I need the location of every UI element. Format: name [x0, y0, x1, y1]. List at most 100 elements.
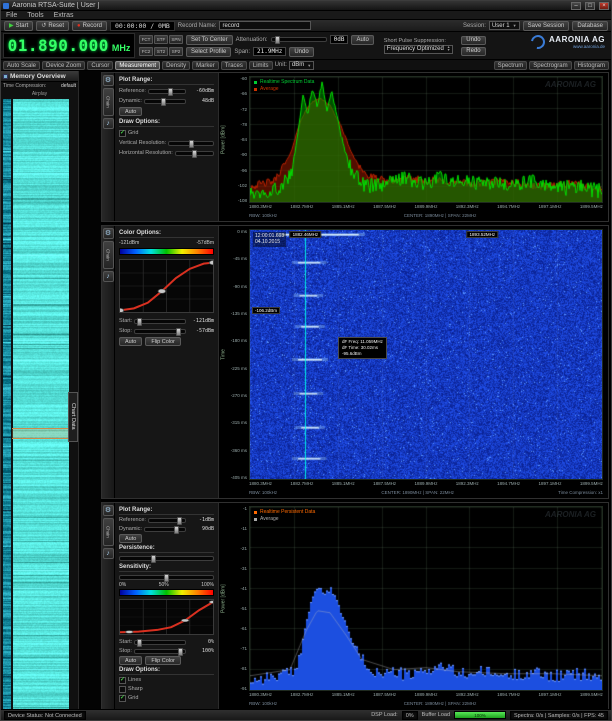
quick-button-sp2[interactable]: SP2 [169, 47, 183, 56]
color-curve-editor[interactable] [119, 599, 214, 635]
slider-thumb[interactable] [137, 639, 142, 647]
tab-cursor[interactable]: Cursor [87, 61, 113, 70]
chain-button[interactable]: Chain [103, 88, 114, 116]
flip-color-button[interactable]: Flip Color [145, 337, 181, 346]
unit-select[interactable]: dBm▼ [289, 61, 314, 70]
record-button[interactable]: ●Record [72, 21, 107, 31]
maximize-button[interactable]: □ [585, 2, 595, 10]
start-slider[interactable] [134, 319, 186, 324]
histogram-canvas[interactable] [250, 507, 602, 690]
reset-button[interactable]: ↺Reset [36, 21, 69, 31]
minimize-button[interactable]: – [571, 2, 581, 10]
tab-auto-scale[interactable]: Auto Scale [3, 61, 40, 70]
menu-extras[interactable]: Extras [54, 12, 74, 19]
slider-thumb[interactable] [177, 517, 182, 525]
note-icon[interactable]: ♪ [103, 271, 114, 282]
close-button[interactable]: × [599, 2, 609, 10]
spin-down-icon[interactable]: ▼ [447, 49, 450, 52]
lines-checkbox[interactable]: ✓ [119, 677, 126, 684]
start-slider[interactable] [134, 640, 186, 645]
slider-thumb[interactable] [161, 98, 166, 106]
quick-button-spn[interactable]: SPN [169, 35, 183, 44]
slider-thumb[interactable] [178, 648, 183, 656]
menu-tools[interactable]: Tools [27, 12, 43, 19]
quick-button-st2[interactable]: ST2 [154, 47, 168, 56]
view-tab-spectrogram[interactable]: Spectrogram [529, 61, 571, 70]
save-session-button[interactable]: Save Session [523, 21, 570, 31]
redo-button[interactable]: Redo [461, 47, 485, 56]
marker1-label[interactable]: 1882.46MHz [290, 231, 322, 238]
dynamic-slider[interactable] [144, 527, 186, 532]
sharp-checkbox[interactable] [119, 686, 126, 693]
slider-thumb[interactable] [176, 328, 181, 336]
slider-thumb[interactable] [168, 88, 173, 96]
chain-button[interactable]: Chain [103, 518, 114, 546]
dynamic-slider[interactable] [144, 99, 186, 104]
undo-button-2[interactable]: Undo [461, 36, 485, 45]
slider-thumb[interactable] [164, 574, 169, 582]
color-gradient-bar[interactable] [119, 248, 214, 255]
persistence-slider[interactable] [119, 556, 214, 561]
horizontal-resolution-slider[interactable] [175, 151, 214, 156]
tab-limits[interactable]: Limits [249, 61, 273, 70]
view-tab-histogram[interactable]: Histogram [574, 61, 609, 70]
vertical-resolution-slider[interactable] [168, 141, 214, 146]
memory-waterfall-strip[interactable] [13, 99, 69, 709]
airplay-label[interactable]: Airplay [32, 91, 47, 97]
quick-button-fct[interactable]: FCT [139, 35, 153, 44]
auto-button[interactable]: Auto [119, 337, 142, 346]
select-profile-button[interactable]: Select Profile [186, 47, 231, 57]
grid-checkbox[interactable]: ✓ [119, 130, 126, 137]
quick-button-stf[interactable]: STF [154, 35, 168, 44]
reference-slider[interactable] [148, 89, 186, 94]
auto-button[interactable]: Auto [119, 107, 142, 116]
undo-button[interactable]: Undo [289, 47, 313, 57]
tab-marker[interactable]: Marker [192, 61, 219, 70]
histogram-plot[interactable]: Realtime Persistent DataAverage AARONIA … [249, 506, 603, 691]
note-icon[interactable]: ♪ [103, 548, 114, 559]
slider-thumb[interactable] [189, 140, 194, 148]
start-button[interactable]: ▶Start [4, 21, 33, 31]
sps-select[interactable]: Frequency Optimized ▲▼ [384, 45, 454, 54]
slider-thumb[interactable] [137, 318, 142, 326]
tab-traces[interactable]: Traces [221, 61, 247, 70]
stop-slider[interactable] [134, 649, 186, 654]
memory-waterfall[interactable]: Chart Data [3, 99, 78, 709]
grid-checkbox[interactable]: ✓ [119, 695, 126, 702]
gear-icon[interactable]: ⚙ [103, 75, 114, 86]
record-name-input[interactable] [219, 21, 311, 30]
frequency-display[interactable]: 01.890.000 MHz [3, 33, 135, 58]
tab-device-zoom[interactable]: Device Zoom [42, 61, 85, 70]
time-compression-value[interactable]: default [61, 83, 76, 89]
spectrogram-canvas[interactable] [250, 230, 602, 479]
gear-icon[interactable]: ⚙ [103, 228, 114, 239]
spinner-icons[interactable]: ▲▼ [447, 46, 450, 52]
session-select[interactable]: User 1▼ [489, 21, 520, 30]
color-curve-editor[interactable] [119, 259, 214, 313]
gear-icon[interactable]: ⚙ [103, 505, 114, 516]
spectrum-plot[interactable]: Realtime Spectrum DataAverage AARONIA AG [249, 76, 603, 203]
set-to-center-button[interactable]: Set To Center [186, 35, 233, 45]
spectrogram-plot[interactable]: 12:00:01.693 04.10.2015 1882.46MHz 1893.… [249, 229, 603, 480]
tab-density[interactable]: Density [162, 61, 190, 70]
waterfall-selection-band[interactable] [12, 428, 70, 439]
marker2-label[interactable]: 1893.52MHz [467, 231, 499, 238]
slider-thumb[interactable] [192, 150, 197, 158]
memory-waterfall-minimap[interactable] [3, 99, 11, 709]
auto-button[interactable]: Auto [119, 534, 142, 543]
quick-button-fc2[interactable]: FC2 [139, 47, 153, 56]
slider-thumb[interactable] [151, 555, 156, 563]
attenuation-slider[interactable] [271, 37, 327, 42]
note-icon[interactable]: ♪ [103, 118, 114, 129]
auto-button[interactable]: Auto [119, 656, 142, 665]
sensitivity-slider[interactable] [119, 575, 214, 580]
chart-data-tab[interactable]: Chart Data [68, 392, 78, 442]
database-button[interactable]: Database [572, 21, 608, 31]
tab-measurement[interactable]: Measurement [115, 61, 160, 70]
slider-thumb[interactable] [174, 526, 179, 534]
attenuation-auto-button[interactable]: Auto [351, 35, 373, 45]
reference-slider[interactable] [148, 518, 186, 523]
color-gradient-bar[interactable] [119, 589, 214, 596]
view-tab-spectrum[interactable]: Spectrum [494, 61, 528, 70]
stop-slider[interactable] [134, 329, 186, 334]
